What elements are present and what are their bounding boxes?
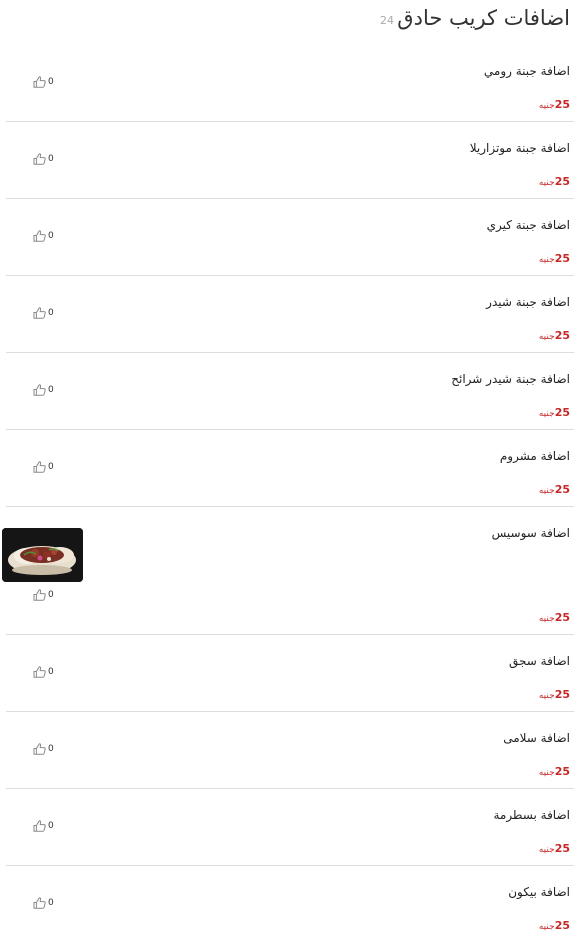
price-amount: 25 (554, 406, 570, 419)
price-currency: جنيه (538, 255, 555, 265)
item-price: 25جنيه (539, 683, 570, 702)
item-price: 25جنيه (539, 93, 570, 112)
thumbs-up-icon (33, 743, 47, 755)
like-button[interactable]: 0 (33, 230, 54, 242)
price-currency: جنيه (538, 922, 555, 932)
price-amount: 25 (554, 329, 570, 342)
item-name: اضافة سلامى (503, 731, 570, 745)
item-count: 24 (380, 14, 394, 27)
like-button[interactable]: 0 (33, 897, 54, 909)
price-currency: جنيه (538, 845, 555, 855)
thumbs-up-icon (33, 666, 47, 678)
price-currency: جنيه (538, 691, 555, 701)
price-amount: 25 (554, 98, 570, 111)
menu-item[interactable]: اضافة جبنة رومي 25جنيه 0 (6, 45, 574, 122)
item-name: اضافة سجق (509, 654, 570, 668)
menu-item[interactable]: اضافة جبنة شيدر 25جنيه 0 (6, 276, 574, 353)
thumbs-up-icon (33, 461, 47, 473)
item-name: اضافة مشروم (499, 449, 570, 463)
price-currency: جنيه (538, 614, 555, 624)
price-amount: 25 (554, 688, 570, 701)
like-count: 0 (48, 744, 54, 754)
item-name: اضافة بسطرمة (493, 808, 570, 822)
menu-item[interactable]: اضافة سلامى 25جنيه 0 (6, 712, 574, 789)
like-count: 0 (48, 77, 54, 87)
like-button[interactable]: 0 (33, 153, 54, 165)
section-title: اضافات كريب حادق (397, 6, 570, 30)
like-count: 0 (48, 821, 54, 831)
price-amount: 25 (554, 175, 570, 188)
item-name: اضافة سوسيس (491, 526, 570, 540)
price-currency: جنيه (538, 178, 555, 188)
menu-item[interactable]: اضافة جبنة موتزاريلا 25جنيه 0 (6, 122, 574, 199)
item-price: 25جنيه (539, 401, 570, 420)
item-price: 25جنيه (539, 170, 570, 189)
menu-item[interactable]: اضافة بسطرمة 25جنيه 0 (6, 789, 574, 866)
item-name: اضافة جبنة موتزاريلا (469, 141, 570, 155)
like-button[interactable]: 0 (33, 76, 54, 88)
price-amount: 25 (554, 252, 570, 265)
item-price: 25جنيه (539, 478, 570, 497)
like-count: 0 (48, 308, 54, 318)
price-currency: جنيه (538, 768, 555, 778)
price-amount: 25 (554, 919, 570, 932)
thumbs-up-icon (33, 230, 47, 242)
price-currency: جنيه (538, 486, 555, 496)
item-price: 25جنيه (539, 760, 570, 779)
menu-item[interactable]: اضافة سوسيس 25جنيه 0 (2, 507, 574, 635)
like-count: 0 (48, 231, 54, 241)
item-name: اضافة بيكون (508, 885, 570, 899)
item-name: اضافة جبنة رومي (483, 64, 570, 78)
thumbs-up-icon (33, 589, 47, 601)
like-count: 0 (48, 590, 54, 600)
item-price: 25جنيه (539, 837, 570, 856)
item-name: اضافة جبنة شيدر (486, 295, 570, 309)
menu-item[interactable]: اضافة مشروم 25جنيه 0 (6, 430, 574, 507)
thumbs-up-icon (33, 307, 47, 319)
price-amount: 25 (554, 842, 570, 855)
like-button[interactable]: 0 (33, 461, 54, 473)
like-button[interactable]: 0 (33, 307, 54, 319)
item-name: اضافة جبنة شيدر شرائح (451, 372, 570, 386)
item-price: 25جنيه (539, 914, 570, 933)
price-amount: 25 (554, 483, 570, 496)
item-name: اضافة جبنة كيري (486, 218, 570, 232)
item-price: 25جنيه (539, 247, 570, 266)
thumbs-up-icon (33, 897, 47, 909)
section-header: اضافات كريب حادق 24 (0, 0, 587, 44)
item-photo[interactable] (2, 528, 83, 582)
like-button[interactable]: 0 (33, 820, 54, 832)
like-button[interactable]: 0 (33, 743, 54, 755)
item-price: 25جنيه (539, 606, 570, 625)
price-amount: 25 (554, 765, 570, 778)
like-count: 0 (48, 154, 54, 164)
thumbs-up-icon (33, 76, 47, 88)
menu-item[interactable]: اضافة سجق 25جنيه 0 (6, 635, 574, 712)
item-price: 25جنيه (539, 324, 570, 343)
menu-list: اضافة جبنة رومي 25جنيه 0 اضافة جبنة موتز… (2, 45, 574, 943)
price-amount: 25 (554, 611, 570, 624)
menu-item[interactable]: اضافة جبنة كيري 25جنيه 0 (6, 199, 574, 276)
thumbs-up-icon (33, 384, 47, 396)
like-button[interactable]: 0 (33, 666, 54, 678)
like-count: 0 (48, 898, 54, 908)
menu-item[interactable]: اضافة بيكون 25جنيه 0 (6, 866, 574, 943)
menu-item[interactable]: اضافة جبنة شيدر شرائح 25جنيه 0 (6, 353, 574, 430)
thumbs-up-icon (33, 820, 47, 832)
like-count: 0 (48, 462, 54, 472)
price-currency: جنيه (538, 332, 555, 342)
price-currency: جنيه (538, 409, 555, 419)
like-count: 0 (48, 667, 54, 677)
price-currency: جنيه (538, 101, 555, 111)
thumbs-up-icon (33, 153, 47, 165)
like-button[interactable]: 0 (33, 589, 54, 601)
like-count: 0 (48, 385, 54, 395)
like-button[interactable]: 0 (33, 384, 54, 396)
